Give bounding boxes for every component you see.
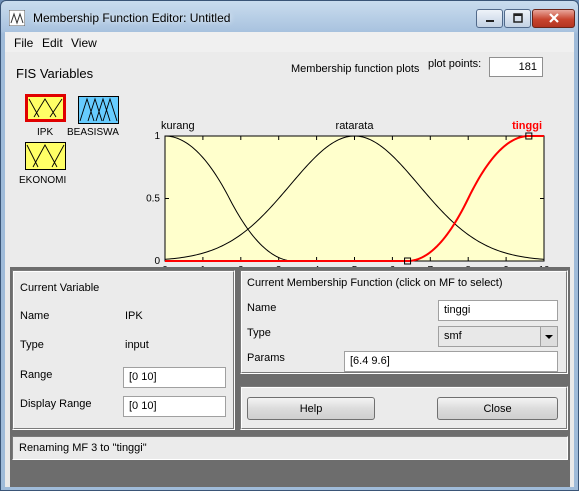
mf-name-label: Name [247, 302, 277, 314]
fis-plot-area: FIS Variables IPK BEASISWA EKONOMI Membe… [5, 52, 574, 290]
mf-type-value: smf [444, 330, 462, 342]
buttons-panel: Help Close [240, 386, 568, 430]
range-label: Range [20, 369, 53, 381]
current-mf-panel: Current Membership Function (click on MF… [240, 270, 568, 374]
mf-label-ratarata[interactable]: ratarata [336, 120, 375, 132]
mf-params-label: Params [247, 352, 285, 364]
mf-type-select[interactable]: smf [438, 326, 558, 347]
client-area: File Edit View FIS Variables IPK BEASISW… [5, 32, 574, 487]
app-window: Membership Function Editor: Untitled Fil… [0, 0, 579, 491]
current-variable-title: Current Variable [20, 282, 100, 294]
menu-edit[interactable]: Edit [42, 36, 63, 50]
mf-label-kurang[interactable]: kurang [161, 120, 195, 132]
mf-params-input[interactable]: [6.4 9.6] [344, 351, 558, 372]
dropdown-button[interactable] [540, 327, 557, 346]
mf-name-input[interactable]: tinggi [438, 300, 558, 321]
current-mf-title: Current Membership Function (click on MF… [247, 277, 503, 289]
display-range-label: Display Range [20, 398, 92, 410]
variable-type-label: Type [20, 339, 44, 351]
range-input[interactable]: [0 10] [123, 367, 226, 388]
close-button[interactable]: Close [437, 397, 558, 420]
minimize-icon [485, 20, 494, 22]
help-button[interactable]: Help [247, 397, 375, 420]
menu-file[interactable]: File [14, 36, 33, 50]
y-tick-label: 1 [154, 131, 160, 142]
plot-axes-background [164, 135, 545, 262]
status-bar: Renaming MF 3 to "tinggi" [12, 436, 568, 460]
display-range-input[interactable]: [0 10] [123, 396, 226, 417]
title-bar[interactable]: Membership Function Editor: Untitled [1, 1, 578, 33]
menu-view[interactable]: View [71, 36, 97, 50]
membership-function-plot[interactable]: 01234567891000.51kurangrataratatinggiinp… [5, 52, 574, 290]
close-window-button[interactable] [532, 9, 575, 28]
close-icon [548, 13, 559, 23]
maximize-icon [512, 13, 523, 23]
status-message: Renaming MF 3 to "tinggi" [19, 442, 147, 454]
mf-type-label: Type [247, 327, 271, 339]
y-tick-label: 0.5 [146, 194, 160, 205]
mf-label-tinggi[interactable]: tinggi [512, 120, 542, 132]
y-tick-label: 0 [154, 256, 160, 267]
matlab-app-icon [9, 10, 25, 26]
minimize-button[interactable] [476, 9, 503, 28]
window-title: Membership Function Editor: Untitled [33, 11, 231, 25]
menu-bar: File Edit View [5, 32, 574, 52]
variable-name-label: Name [20, 310, 50, 322]
chevron-down-icon [545, 335, 553, 339]
maximize-button[interactable] [504, 9, 531, 28]
variable-type-value: input [125, 339, 149, 351]
variable-name-value: IPK [125, 310, 143, 322]
current-variable-panel: Current Variable Name IPK Type input Ran… [12, 270, 235, 430]
